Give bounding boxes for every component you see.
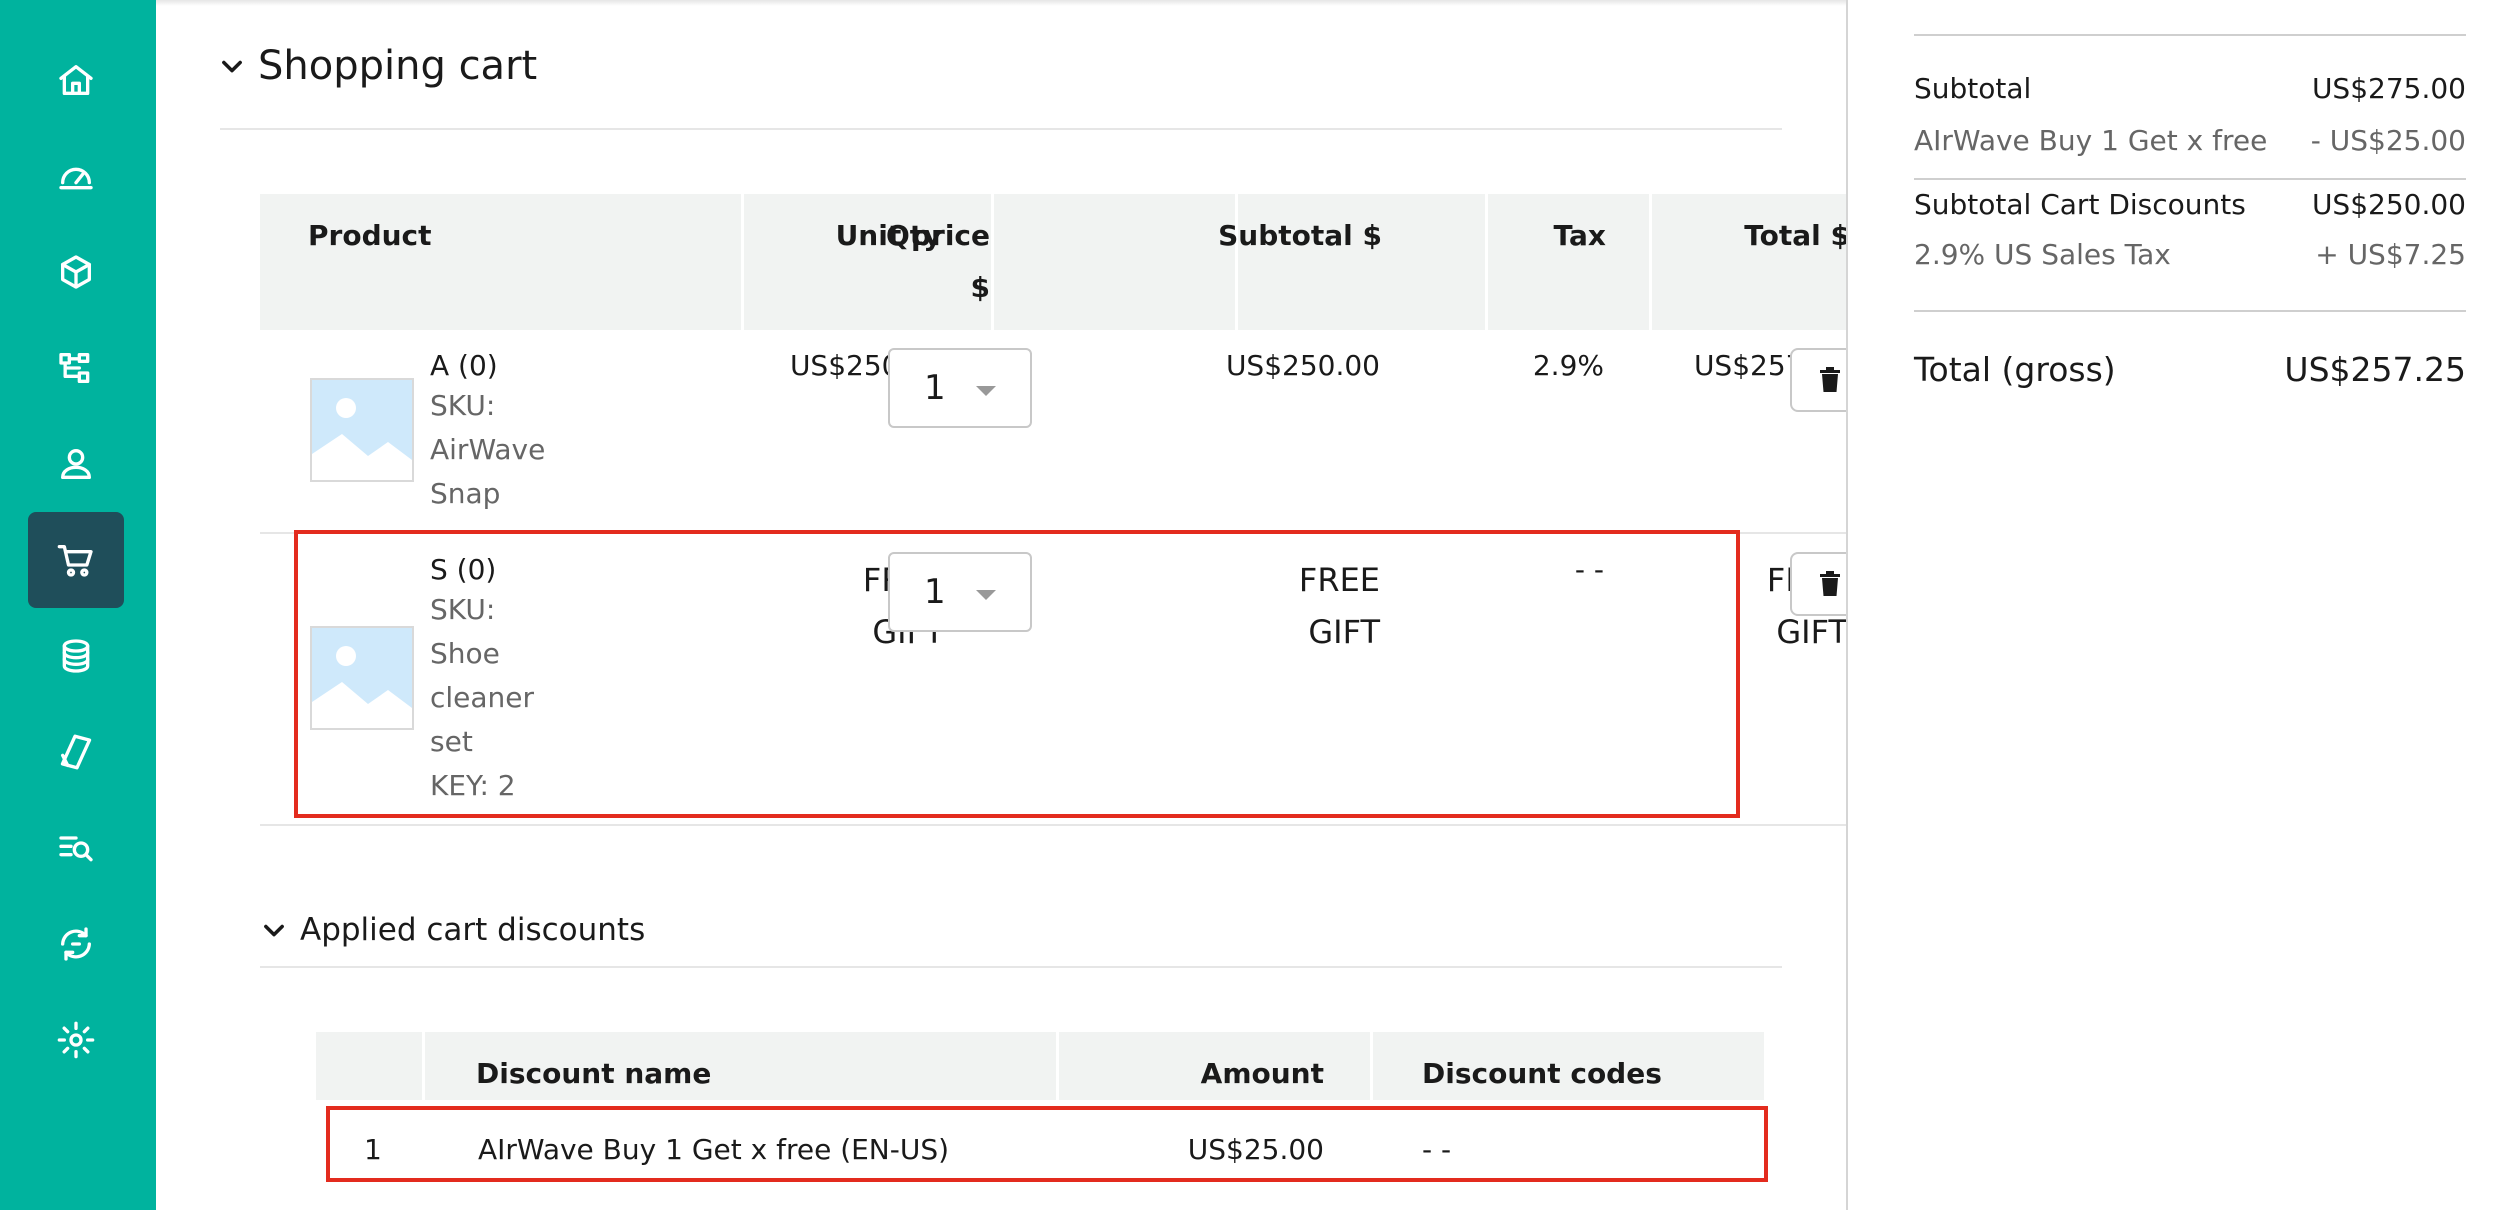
order-summary-panel: Subtotal US$275.00 AIrWave Buy 1 Get x f… <box>1846 0 2502 1210</box>
col-qty: Qty <box>886 219 942 252</box>
sidebar-item-categories[interactable] <box>28 320 124 416</box>
sync-icon <box>61 927 92 961</box>
divider <box>220 128 1782 130</box>
product-sku: AirWave <box>430 433 546 466</box>
sidebar-item-dashboard[interactable] <box>28 128 124 224</box>
col-amount: Amount <box>1200 1057 1324 1090</box>
col-unit-price-unit: $ <box>970 271 990 304</box>
quantity-select[interactable]: 1 <box>888 348 1032 428</box>
shopping-cart-header[interactable]: Shopping cart <box>218 40 537 92</box>
col-discount-codes: Discount codes <box>1422 1057 1662 1090</box>
trash-icon <box>1820 571 1840 596</box>
section-title: Applied cart discounts <box>300 912 646 948</box>
col-total: Total $ <box>1744 219 1846 252</box>
summary-subtotal: Subtotal US$275.00 <box>1914 72 2466 105</box>
sidebar-item-home[interactable] <box>28 32 124 128</box>
coins-icon <box>62 639 90 673</box>
col-tax: Tax <box>1553 219 1606 252</box>
row-tax: 2.9% <box>1532 349 1604 382</box>
col-unit-price: Unit price <box>835 219 990 252</box>
hierarchy-icon <box>59 353 90 383</box>
sidebar-item-search[interactable] <box>28 800 124 896</box>
col-subtotal: Subtotal $ <box>1218 219 1382 252</box>
highlight-discount-row <box>326 1106 1768 1182</box>
cart-icon <box>57 545 93 577</box>
gear-icon <box>57 1021 95 1059</box>
section-title: Shopping cart <box>258 43 538 89</box>
product-sku: Snap <box>430 477 501 510</box>
col-discount-name: Discount name <box>476 1057 712 1090</box>
home-icon <box>59 65 93 96</box>
summary-promotion: AIrWave Buy 1 Get x free - US$25.00 <box>1914 124 2466 157</box>
row-subtotal: US$250.00 <box>1225 349 1380 382</box>
highlight-free-gift-row <box>294 530 1740 818</box>
main-content: Shopping cart Product Unit price $ Qty S… <box>156 0 1846 1210</box>
product-name[interactable]: A (0) <box>430 344 498 388</box>
quantity-value: 1 <box>924 368 946 408</box>
summary-cart-discounts: Subtotal Cart Discounts US$250.00 <box>1914 188 2466 221</box>
summary-total: Total (gross) US$257.25 <box>1914 350 2466 389</box>
delete-button[interactable] <box>1790 348 1846 412</box>
sidebar <box>0 0 156 1210</box>
sidebar-item-settings[interactable] <box>28 992 124 1088</box>
box-icon <box>61 255 92 289</box>
tag-icon <box>60 734 92 770</box>
search-list-icon <box>59 836 93 862</box>
sidebar-item-promotions[interactable] <box>28 704 124 800</box>
dashboard-icon <box>59 167 93 190</box>
chevron-down-icon <box>264 924 284 937</box>
product-image-placeholder <box>310 378 414 482</box>
sidebar-item-products[interactable] <box>28 224 124 320</box>
product-sku-label: SKU: <box>430 389 496 422</box>
trash-icon <box>1820 367 1840 392</box>
sidebar-item-orders[interactable] <box>28 512 124 608</box>
sidebar-item-sync[interactable] <box>28 896 124 992</box>
delete-button[interactable] <box>1790 552 1846 616</box>
user-icon <box>61 449 92 479</box>
summary-tax: 2.9% US Sales Tax + US$7.25 <box>1914 238 2466 271</box>
sidebar-item-customers[interactable] <box>28 416 124 512</box>
caret-down-icon <box>976 386 996 396</box>
applied-discounts-header[interactable]: Applied cart discounts <box>260 908 645 952</box>
sidebar-item-finance[interactable] <box>28 608 124 704</box>
chevron-down-icon <box>222 60 242 73</box>
col-product: Product <box>308 219 432 252</box>
